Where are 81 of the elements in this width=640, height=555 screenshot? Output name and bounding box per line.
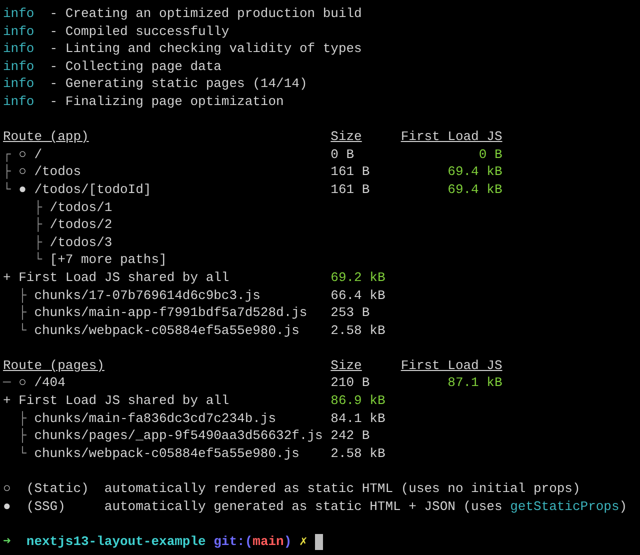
route-path: /todos/2	[50, 216, 112, 234]
first-load-size: 87.1 kB	[448, 374, 502, 392]
first-load-size: 0 B	[478, 146, 502, 164]
legend-symbol: ●	[3, 498, 12, 516]
log-message: - Generating static pages (14/14)	[50, 75, 308, 93]
route-type-symbol: ○	[18, 374, 28, 392]
route-type-symbol: ●	[18, 180, 28, 199]
log-message: - Compiled successfully	[50, 22, 230, 40]
route-path: /todos/[todoId]	[34, 180, 152, 199]
terminal-cursor	[315, 534, 323, 550]
tree-branch: ┌	[3, 146, 12, 164]
shared-size: 86.9 kB	[330, 392, 386, 410]
log-message: - Linting and checking validity of types	[50, 40, 362, 58]
route-size: 161 B	[330, 164, 370, 180]
chunk-size: 242 B	[330, 427, 370, 445]
prompt-arrow: ➜	[3, 532, 12, 550]
log-message: - Finalizing page optimization	[50, 92, 284, 111]
legend-name: (SSG)	[26, 498, 66, 516]
tree-branch: ├	[18, 410, 28, 428]
legend-description: automatically generated as static HTML + JSON (uses getStaticProps)	[104, 498, 628, 516]
chunk-size: 84.1 kB	[330, 410, 386, 428]
route-size: 161 B	[330, 182, 370, 197]
legend-symbol: ○	[3, 480, 12, 498]
chunk-size: 66.4 kB	[330, 286, 386, 304]
log-level: info	[3, 5, 36, 23]
chunk-file: chunks/17-07b769614d6c9bc3.js	[34, 286, 260, 304]
route-path: /404	[34, 374, 66, 392]
log-message: - Collecting page data	[50, 58, 222, 76]
chunk-size: 2.58 kB	[330, 322, 386, 340]
route-type-symbol: ○	[18, 163, 28, 181]
log-level: info	[3, 22, 36, 40]
column-heading: Size	[330, 129, 362, 144]
chunk-size: 253 B	[330, 304, 370, 322]
column-heading: First Load JS	[400, 129, 502, 144]
route-type-symbol: ○	[18, 146, 28, 164]
tree-branch: ├	[18, 304, 28, 322]
tree-branch: ─	[3, 374, 12, 392]
first-load-size: 69.4 kB	[448, 163, 502, 181]
chunk-file: chunks/main-fa836dc3cd7c234b.js	[34, 410, 276, 428]
tree-branch: └	[3, 180, 12, 199]
log-level: info	[3, 75, 36, 93]
shared-label: First Load JS shared by all	[18, 268, 230, 286]
log-level: info	[3, 92, 36, 111]
shared-size: 69.2 kB	[330, 268, 386, 286]
log-message: - Creating an optimized production build	[50, 5, 362, 23]
tree-branch: ├	[3, 163, 12, 181]
route-path: /	[34, 146, 42, 164]
route-size: 0 B	[330, 146, 354, 162]
shared-label: First Load JS shared by all	[18, 392, 230, 410]
tree-branch: ├	[34, 216, 44, 234]
tree-branch: ├	[18, 286, 28, 304]
column-heading: First Load JS	[400, 358, 502, 373]
dirty-mark: ✗	[299, 532, 308, 550]
git-branch-status: git:(main)	[214, 532, 292, 550]
plus-marker: +	[3, 268, 12, 286]
chunk-file: chunks/webpack-c05884ef5a55e980.js	[34, 444, 300, 462]
column-heading: Route (pages)	[3, 358, 104, 373]
plus-marker: +	[3, 392, 12, 410]
tree-branch: └	[18, 444, 28, 462]
route-path: [+7 more paths]	[50, 251, 167, 269]
route-size: 210 B	[330, 375, 370, 390]
tree-branch: └	[18, 322, 28, 340]
tree-branch: ├	[34, 234, 44, 252]
tree-branch: └	[34, 251, 44, 269]
column-heading: Size	[330, 358, 362, 373]
route-path: /todos/1	[50, 198, 112, 216]
log-level: info	[3, 58, 36, 76]
chunk-file: chunks/webpack-c05884ef5a55e980.js	[34, 322, 300, 340]
tree-branch: ├	[34, 198, 44, 216]
tree-branch: ├	[18, 427, 28, 445]
chunk-file: chunks/main-app-f7991bdf5a7d528d.js	[34, 304, 308, 322]
legend-description: automatically rendered as static HTML (uses no initial props)	[104, 480, 580, 498]
legend-name: (Static)	[26, 480, 90, 498]
route-path: /todos	[34, 163, 81, 181]
column-heading: Route (app)	[3, 129, 89, 144]
first-load-size: 69.4 kB	[448, 180, 502, 199]
route-path: /todos/3	[50, 234, 112, 252]
directory-name: nextjs13-layout-example	[26, 532, 206, 550]
log-level: info	[3, 40, 36, 58]
chunk-file: chunks/pages/_app-9f5490aa3d56632f.js	[34, 427, 323, 445]
chunk-size: 2.58 kB	[330, 444, 386, 462]
